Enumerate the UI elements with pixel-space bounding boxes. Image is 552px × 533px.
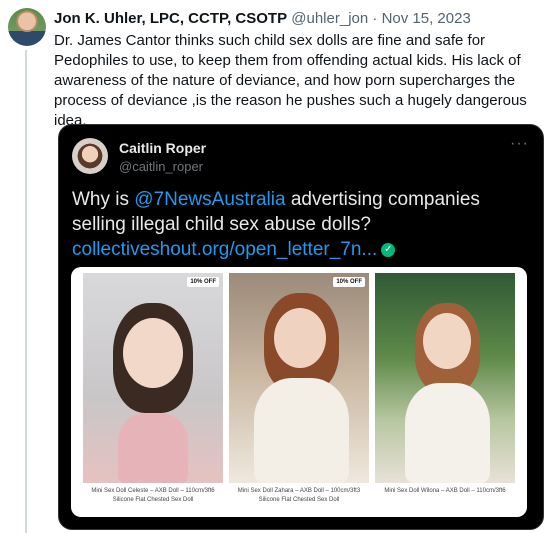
quoted-tweet[interactable]: Caitlin Roper @caitlin_roper ··· Why is … bbox=[58, 124, 544, 530]
author-avatar[interactable] bbox=[8, 8, 46, 46]
quote-text-before: Why is bbox=[72, 189, 135, 210]
product-card: Mini Sex Doll Wilona – AXB Doll – 110cm/… bbox=[375, 273, 515, 513]
quote-author-avatar[interactable] bbox=[72, 138, 108, 174]
more-options-icon[interactable]: ··· bbox=[510, 135, 529, 153]
product-photo bbox=[229, 273, 369, 483]
discount-badge: 10% OFF bbox=[187, 277, 219, 287]
verified-check-icon: ✓ bbox=[381, 242, 396, 257]
quote-mention-link[interactable]: @7NewsAustralia bbox=[134, 189, 285, 210]
quote-author-name[interactable]: Caitlin Roper bbox=[119, 140, 206, 156]
quote-text: Why is @7NewsAustralia advertising compa… bbox=[72, 187, 532, 262]
product-caption: Mini Sex Doll Celeste – AXB Doll – 110cm… bbox=[91, 488, 215, 503]
product-card: 10% OFF Mini Sex Doll Zahara – AXB Doll … bbox=[229, 273, 369, 513]
quote-author-handle[interactable]: @caitlin_roper bbox=[119, 159, 203, 174]
discount-badge: 10% OFF bbox=[333, 277, 365, 287]
author-name[interactable]: Jon K. Uhler, LPC, CCTP, CSOTP bbox=[54, 10, 287, 27]
product-caption: Mini Sex Doll Zahara – AXB Doll – 100cm/… bbox=[237, 488, 361, 503]
tweet-date[interactable]: Nov 15, 2023 bbox=[382, 10, 471, 27]
product-photo bbox=[375, 273, 515, 483]
quote-image[interactable]: 10% OFF Mini Sex Doll Celeste – AXB Doll… bbox=[71, 267, 527, 517]
author-handle[interactable]: @uhler_jon bbox=[291, 10, 368, 27]
tweet-text: Dr. James Cantor thinks such child sex d… bbox=[54, 32, 527, 129]
thread-line bbox=[25, 50, 27, 533]
tweet-header: Jon K. Uhler, LPC, CCTP, CSOTP @uhler_jo… bbox=[54, 9, 544, 29]
product-card: 10% OFF Mini Sex Doll Celeste – AXB Doll… bbox=[83, 273, 223, 513]
product-photo bbox=[83, 273, 223, 483]
quote-url-link[interactable]: collectiveshout.org/open_letter_7n... bbox=[72, 239, 377, 260]
product-caption: Mini Sex Doll Wilona – AXB Doll – 110cm/… bbox=[384, 488, 506, 494]
header-separator: · bbox=[372, 10, 378, 27]
